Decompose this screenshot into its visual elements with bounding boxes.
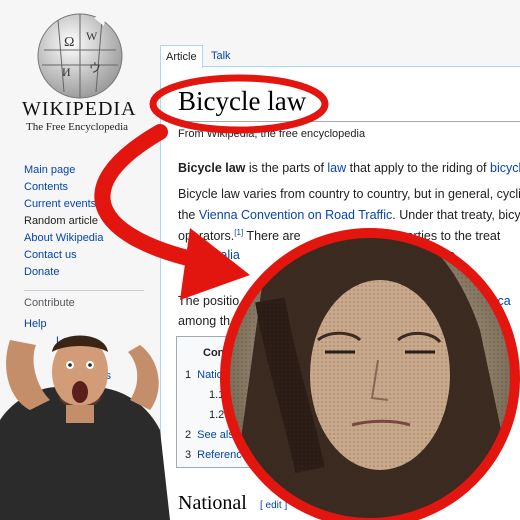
lead-term: Bicycle law [178, 161, 246, 175]
paragraph-2-line-3: operators.[1] There are parties to the t… [178, 228, 500, 243]
section-heading-national: National [178, 492, 247, 514]
toc-number: 1.1 [209, 389, 225, 401]
paragraph-3-line-1: The positio e Loca [178, 294, 511, 308]
nav-contact-us[interactable]: Contact us [24, 249, 77, 261]
toc-number: 1 [185, 369, 192, 381]
link-local[interactable]: e Loca [473, 294, 511, 308]
link-australia[interactable]: e, Australia [178, 248, 240, 262]
toc-item-references[interactable]: 3 Reference [185, 449, 248, 461]
text-span: carria [456, 314, 488, 328]
svg-text:И: И [62, 65, 71, 79]
link-vienna-convention[interactable]: Vienna Convention on Road Traffic [199, 208, 392, 222]
toc-number: 3 [185, 449, 192, 461]
svg-text:W: W [86, 29, 98, 43]
tab-talk[interactable]: Talk [206, 45, 236, 67]
text-span: . Under that treaty, bicyc [392, 208, 520, 222]
section-edit-link[interactable]: [ edit ] [260, 500, 287, 511]
link-law[interactable]: law [327, 161, 346, 175]
toc-item-see-also[interactable]: 2 See also [185, 429, 240, 441]
svg-text:Ω: Ω [64, 35, 74, 50]
text-span: among th [178, 314, 231, 328]
svg-text:ウ: ウ [89, 61, 101, 75]
paragraph-2-line-1: Bicycle law varies from country to count… [178, 187, 520, 201]
nav-help[interactable]: Help [24, 318, 47, 330]
paragraph-1-line: Bicycle law is the parts of law that app… [178, 161, 520, 175]
text-span: is the parts of [245, 161, 328, 175]
contribute-header: Contribute [24, 297, 75, 309]
sidebar-divider [24, 290, 144, 291]
page-title: Bicycle law [178, 86, 307, 116]
nav-learn-to-edit[interactable]: Le...lit [56, 335, 85, 347]
table-of-contents: Con 1 Natio 1.1 1.2 2 See also 3 Reference [176, 336, 318, 468]
nav-current-events[interactable]: Current events [24, 198, 96, 210]
nav-upload-file[interactable]: Up... [24, 388, 47, 400]
text-span: the [178, 208, 199, 222]
nav-recent-changes[interactable]: ...ages [78, 370, 111, 382]
wikipedia-wordmark[interactable]: WIKIPEDIA [22, 98, 137, 121]
toc-label: Reference [197, 449, 248, 461]
toc-label: See also [197, 429, 240, 441]
toc-title: Con [203, 347, 225, 359]
title-divider [176, 121, 520, 122]
text-span: parties to the treat [396, 229, 501, 244]
nav-about-wikipedia[interactable]: About Wikipedia [24, 232, 104, 244]
paragraph-2-line-2: the Vienna Convention on Road Traffic. U… [178, 208, 520, 222]
shocked-man-illustration [0, 335, 170, 520]
from-wikipedia-line: From Wikipedia, the free encyclopedia [178, 128, 366, 140]
toc-item-1-2[interactable]: 1.2 [209, 409, 230, 421]
toc-number: 1.2 [209, 409, 225, 421]
text-span: The positio [178, 294, 240, 308]
paragraph-2-line-4: e, Australia . In countrie [178, 248, 455, 262]
link-bicycle[interactable]: bicycle [490, 161, 520, 175]
nav-donate[interactable]: Donate [24, 266, 59, 278]
nav-main-page[interactable]: Main page [24, 164, 75, 176]
toc-number: 2 [185, 429, 192, 441]
paragraph-3-line-2: among th carria [178, 314, 487, 328]
text-span: that apply to the riding of [346, 161, 490, 175]
paragraph-2-line-5: ated i [186, 268, 217, 282]
wikipedia-tagline: The Free Encyclopedia [26, 121, 129, 133]
text-span: There are [243, 229, 305, 244]
toc-label: Natio [197, 369, 223, 381]
text-span: operators. [178, 229, 235, 244]
toc-item-1-1[interactable]: 1.1 [209, 389, 230, 401]
screenshot-stage: Ω W И ウ WIKIPEDIA The Free Encyclopedia … [0, 0, 520, 520]
nav-contents[interactable]: Contents [24, 181, 68, 193]
reference-1[interactable]: [1] [234, 228, 243, 237]
nav-random-article[interactable]: Random article [24, 215, 98, 227]
tab-article[interactable]: Article [160, 45, 203, 68]
wikipedia-globe-logo[interactable]: Ω W И ウ [34, 10, 126, 102]
text-span: . In countrie [389, 248, 456, 262]
toc-item-national[interactable]: 1 Natio [185, 369, 223, 381]
